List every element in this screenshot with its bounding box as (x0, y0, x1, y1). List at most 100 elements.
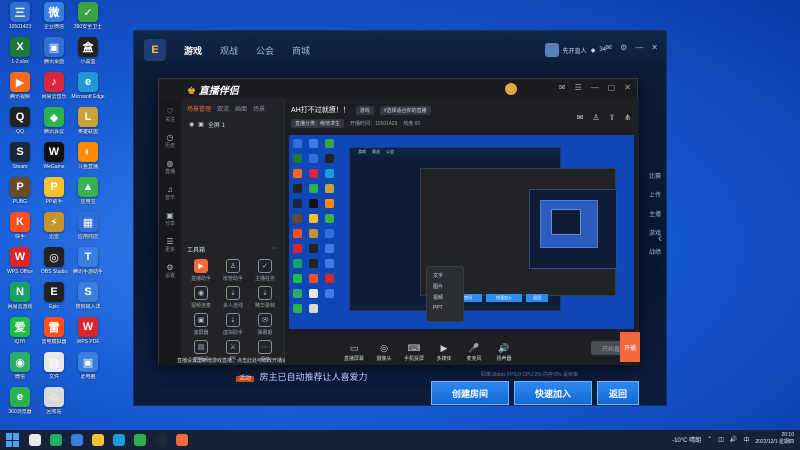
search-icon[interactable] (29, 434, 41, 446)
desktop-icon[interactable]: ♲ 回收站 (34, 387, 74, 415)
close-icon[interactable]: ✕ (651, 43, 658, 52)
browser-icon[interactable] (134, 434, 146, 446)
side-item[interactable]: 比赛 (649, 171, 661, 180)
eye-icon[interactable]: ◉ (189, 121, 194, 128)
tool-button[interactable]: ▣ 滚屏器 (185, 313, 217, 336)
scene-row[interactable]: ◉ ▣ 全屏 1 (181, 118, 284, 131)
desktop-icon[interactable]: T 腾讯手游助手 (68, 247, 108, 275)
minimize-icon[interactable]: — (635, 43, 643, 52)
tab-shop[interactable]: 商城 (292, 44, 310, 57)
desktop-icon-label: OBS Studio (40, 269, 68, 275)
menu-item-ppt[interactable]: PPT (427, 303, 463, 313)
desktop-icon[interactable]: ✓ 360安全卫士 (68, 2, 108, 30)
avatar[interactable] (505, 83, 517, 95)
folder-icon[interactable] (92, 434, 104, 446)
rail-item[interactable]: ◍ 直播 (165, 159, 175, 175)
scene-row-label: 全屏 1 (207, 123, 225, 129)
tab-guild[interactable]: 公会 (256, 44, 274, 57)
source-control[interactable]: ⌨ 手机投屏 (399, 343, 429, 362)
source-control[interactable]: ◎ 摄像头 (369, 343, 399, 362)
chevron-up-icon[interactable]: ⌃ (707, 436, 712, 443)
upload-icon[interactable]: ⇪ (609, 113, 616, 122)
desktop-icon[interactable]: 盒小黑盒 (68, 37, 108, 65)
preview-icon (325, 289, 334, 298)
tool-button[interactable]: ⇣ 虚拟助手 (217, 313, 249, 336)
app-icon: W (10, 247, 30, 267)
source-control[interactable]: ▶ 多媒体 (429, 343, 459, 362)
tool-button[interactable]: ⇣ 精华录制 (249, 286, 281, 309)
create-room-button[interactable]: 创建房间 (431, 381, 509, 405)
menu-item-image[interactable]: 图片 (427, 281, 463, 292)
share-icon[interactable]: ⋔ (624, 113, 631, 122)
gear-icon[interactable]: ⚙ (620, 43, 627, 52)
game-client-icon[interactable] (155, 434, 167, 446)
menu-icon[interactable]: ☰ (575, 83, 582, 92)
source-control[interactable]: ▭ 直播屏幕 (339, 343, 369, 362)
volume-icon[interactable]: 🔊 (730, 436, 737, 443)
stream-title[interactable]: AH打不过就撩！！ (291, 105, 350, 115)
start-menu-icon[interactable] (6, 433, 20, 447)
user-icon[interactable]: ♙ (592, 113, 599, 122)
app-icon: 爱 (10, 317, 30, 337)
go-live-tab[interactable]: 开播 (620, 332, 640, 362)
tool-button[interactable]: ✉ 弹幕姬 (249, 313, 281, 336)
side-item[interactable]: 战绩 (649, 247, 661, 256)
rail-item[interactable]: ⚙ 设置 (165, 263, 175, 279)
tab-canvas[interactable]: 画面 (235, 104, 247, 113)
preview-icon (309, 289, 318, 298)
tab-dual[interactable]: 双流 (217, 104, 229, 113)
tool-button[interactable]: ▶ 直播助手 (185, 259, 217, 282)
desktop-icon[interactable]: ◐ 斗鱼直播 (68, 142, 108, 170)
network-icon[interactable]: ◫ (718, 436, 724, 443)
desktop-icon[interactable]: L 英雄联盟 (68, 107, 108, 135)
tool-button[interactable]: ✓ 主播任务 (249, 259, 281, 282)
desktop-icon[interactable]: ▣ 此电脑 (68, 352, 108, 380)
clock[interactable]: 20:10 2022/12/1 星期四 (755, 432, 794, 446)
back-button[interactable]: 返回 (597, 381, 639, 405)
topic-chip[interactable]: #选择适合你的直播 (379, 105, 431, 115)
source-control[interactable]: 🎤 麦克风 (459, 343, 489, 362)
input-language[interactable]: 中 (743, 435, 749, 444)
side-item[interactable]: 上传 (649, 190, 661, 199)
rail-icon: ♫ (166, 185, 173, 194)
tab-scenes[interactable]: 场景 (253, 104, 265, 113)
weather[interactable]: -10°C 晴朗 (672, 435, 701, 444)
tab-game[interactable]: 游戏 (184, 44, 202, 57)
close-icon[interactable]: ✕ (624, 83, 631, 92)
chevron-left-icon[interactable]: ‹ (658, 231, 662, 245)
side-item[interactable]: 主播 (649, 209, 661, 218)
rail-item[interactable]: ☰ 更多 (165, 237, 175, 253)
desktop-icon[interactable]: e Microsoft Edge (68, 72, 108, 100)
source-control[interactable]: 🔊 扬声器 (489, 343, 519, 362)
desktop-icon[interactable]: ▦ 应用商店 (68, 212, 108, 240)
maximize-icon[interactable]: ▢ (608, 83, 616, 92)
qq-icon[interactable] (71, 434, 83, 446)
tab-watch[interactable]: 观战 (220, 44, 238, 57)
message-icon[interactable]: ✉ (577, 113, 584, 122)
mail-icon[interactable]: ✉ (605, 43, 612, 52)
minimize-icon[interactable]: — (591, 83, 599, 92)
meta-category[interactable]: 直播分类：绝地求生 (291, 119, 345, 128)
menu-item-text[interactable]: 文字 (427, 270, 463, 281)
mail-icon[interactable]: ✉ (559, 83, 566, 92)
edge-icon[interactable] (113, 434, 125, 446)
wechat-icon[interactable] (50, 434, 62, 446)
rail-item[interactable]: ▣ 分享 (165, 211, 175, 227)
desktop-icon[interactable]: S 搜狗输入法 (68, 282, 108, 310)
tool-button[interactable]: ◉ 视频连麦 (185, 286, 217, 309)
client-user[interactable]: 先开直人 ◆ 34 (544, 43, 606, 57)
more-icon[interactable]: ⋯ (271, 244, 278, 252)
tool-button[interactable]: ♙ 房管助手 (217, 259, 249, 282)
tab-scene[interactable]: 场景管理 (187, 104, 211, 113)
desktop-icon[interactable]: ▲ 应用宝 (68, 177, 108, 205)
rail-item[interactable]: ♡ 关注 (165, 107, 175, 123)
menu-item-video[interactable]: 视频 (427, 292, 463, 303)
category-chip[interactable]: 游戏 (355, 105, 374, 115)
quick-join-button[interactable]: 快速加入 (514, 381, 592, 405)
tool-button[interactable]: ⇣ 多人连线 (217, 286, 249, 309)
rail-item[interactable]: ♫ 音乐 (165, 185, 175, 201)
desktop-icon[interactable]: W WPS PDF (68, 317, 108, 345)
stream-app-icon[interactable] (176, 434, 188, 446)
rail-item[interactable]: ◷ 历史 (165, 133, 175, 149)
lock-icon[interactable]: ▣ (198, 121, 204, 128)
